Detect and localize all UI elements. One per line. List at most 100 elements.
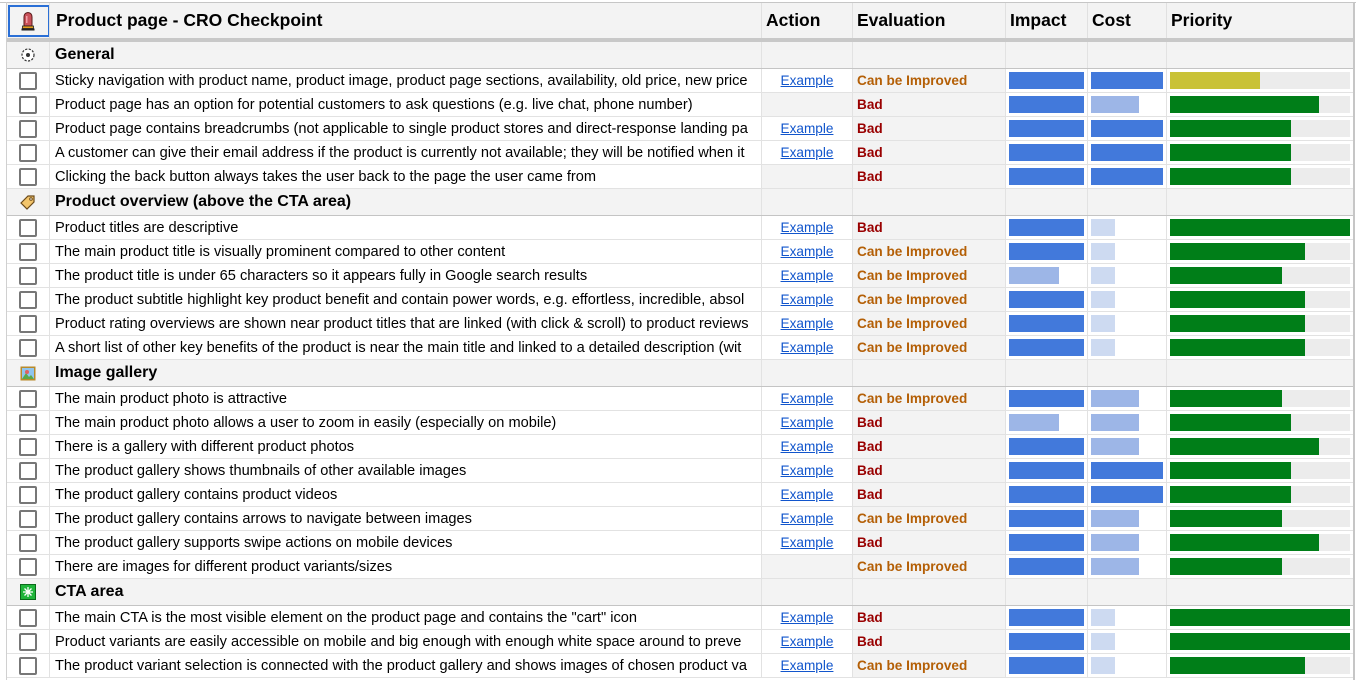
example-link[interactable]: Example (781, 121, 834, 136)
evaluation-cell[interactable]: Bad (853, 630, 1006, 653)
example-link[interactable]: Example (781, 316, 834, 331)
checkbox-cell[interactable] (7, 654, 50, 677)
checkbox[interactable] (19, 389, 37, 408)
example-link[interactable]: Example (781, 145, 834, 160)
action-cell[interactable]: Example (762, 216, 853, 239)
action-cell[interactable]: Example (762, 531, 853, 554)
checkbox[interactable] (19, 656, 37, 675)
example-link[interactable]: Example (781, 610, 834, 625)
checkbox[interactable] (19, 557, 37, 576)
checkbox[interactable] (19, 218, 37, 237)
action-cell[interactable]: Example (762, 654, 853, 677)
evaluation-cell[interactable]: Bad (853, 93, 1006, 116)
checkbox-cell[interactable] (7, 240, 50, 263)
checkbox[interactable] (19, 533, 37, 552)
evaluation-cell[interactable]: Can be Improved (853, 288, 1006, 311)
checkbox-cell[interactable] (7, 435, 50, 458)
example-link[interactable]: Example (781, 439, 834, 454)
evaluation-cell[interactable]: Bad (853, 216, 1006, 239)
action-cell[interactable]: Example (762, 630, 853, 653)
checkbox[interactable] (19, 167, 37, 186)
action-cell[interactable]: Example (762, 288, 853, 311)
checkbox[interactable] (19, 338, 37, 357)
example-link[interactable]: Example (781, 220, 834, 235)
checkbox[interactable] (19, 485, 37, 504)
action-cell[interactable]: Example (762, 435, 853, 458)
checkbox[interactable] (19, 143, 37, 162)
evaluation-cell[interactable]: Can be Improved (853, 507, 1006, 530)
evaluation-cell[interactable]: Bad (853, 117, 1006, 140)
evaluation-cell[interactable]: Bad (853, 165, 1006, 188)
evaluation-cell[interactable]: Can be Improved (853, 69, 1006, 92)
checkbox-cell[interactable] (7, 288, 50, 311)
checkbox-cell[interactable] (7, 459, 50, 482)
evaluation-cell[interactable]: Bad (853, 435, 1006, 458)
checkbox[interactable] (19, 632, 37, 651)
checkbox[interactable] (19, 413, 37, 432)
checkbox-cell[interactable] (7, 483, 50, 506)
example-link[interactable]: Example (781, 658, 834, 673)
example-link[interactable]: Example (781, 634, 834, 649)
action-cell[interactable]: Example (762, 69, 853, 92)
evaluation-cell[interactable]: Can be Improved (853, 387, 1006, 410)
checkbox[interactable] (19, 608, 37, 627)
evaluation-cell[interactable]: Can be Improved (853, 264, 1006, 287)
checkbox-cell[interactable] (7, 387, 50, 410)
action-cell[interactable]: Example (762, 117, 853, 140)
checkbox-cell[interactable] (7, 555, 50, 578)
checkbox-cell[interactable] (7, 216, 50, 239)
action-cell[interactable]: Example (762, 459, 853, 482)
checkbox-cell[interactable] (7, 93, 50, 116)
checkbox[interactable] (19, 461, 37, 480)
checkbox-cell[interactable] (7, 117, 50, 140)
example-link[interactable]: Example (781, 463, 834, 478)
checkbox[interactable] (19, 95, 37, 114)
evaluation-cell[interactable]: Can be Improved (853, 555, 1006, 578)
evaluation-cell[interactable]: Bad (853, 606, 1006, 629)
checkbox[interactable] (19, 119, 37, 138)
example-link[interactable]: Example (781, 244, 834, 259)
action-cell[interactable]: Example (762, 507, 853, 530)
action-cell[interactable]: Example (762, 387, 853, 410)
example-link[interactable]: Example (781, 73, 834, 88)
action-cell[interactable]: Example (762, 312, 853, 335)
example-link[interactable]: Example (781, 415, 834, 430)
checkbox[interactable] (19, 509, 37, 528)
checkbox-cell[interactable] (7, 165, 50, 188)
checkbox-cell[interactable] (7, 336, 50, 359)
evaluation-cell[interactable]: Can be Improved (853, 312, 1006, 335)
checkbox[interactable] (19, 290, 37, 309)
checkbox[interactable] (19, 437, 37, 456)
checkbox[interactable] (19, 242, 37, 261)
checkbox-cell[interactable] (7, 531, 50, 554)
action-cell[interactable]: Example (762, 606, 853, 629)
evaluation-cell[interactable]: Bad (853, 531, 1006, 554)
example-link[interactable]: Example (781, 487, 834, 502)
evaluation-cell[interactable]: Can be Improved (853, 336, 1006, 359)
checkbox-cell[interactable] (7, 411, 50, 434)
evaluation-cell[interactable]: Can be Improved (853, 654, 1006, 677)
checkbox-cell[interactable] (7, 507, 50, 530)
evaluation-cell[interactable]: Bad (853, 141, 1006, 164)
checkbox-cell[interactable] (7, 141, 50, 164)
evaluation-cell[interactable]: Bad (853, 459, 1006, 482)
evaluation-cell[interactable]: Bad (853, 483, 1006, 506)
checkbox-cell[interactable] (7, 69, 50, 92)
action-cell[interactable]: Example (762, 240, 853, 263)
example-link[interactable]: Example (781, 391, 834, 406)
evaluation-cell[interactable]: Can be Improved (853, 240, 1006, 263)
example-link[interactable]: Example (781, 340, 834, 355)
action-cell[interactable]: Example (762, 141, 853, 164)
checkbox-cell[interactable] (7, 606, 50, 629)
checkbox[interactable] (19, 266, 37, 285)
header-icon-cell[interactable] (7, 3, 50, 38)
action-cell[interactable]: Example (762, 483, 853, 506)
action-cell[interactable]: Example (762, 336, 853, 359)
action-cell[interactable]: Example (762, 264, 853, 287)
checkbox-cell[interactable] (7, 312, 50, 335)
example-link[interactable]: Example (781, 292, 834, 307)
example-link[interactable]: Example (781, 268, 834, 283)
checkbox-cell[interactable] (7, 264, 50, 287)
example-link[interactable]: Example (781, 535, 834, 550)
checkbox[interactable] (19, 71, 37, 90)
